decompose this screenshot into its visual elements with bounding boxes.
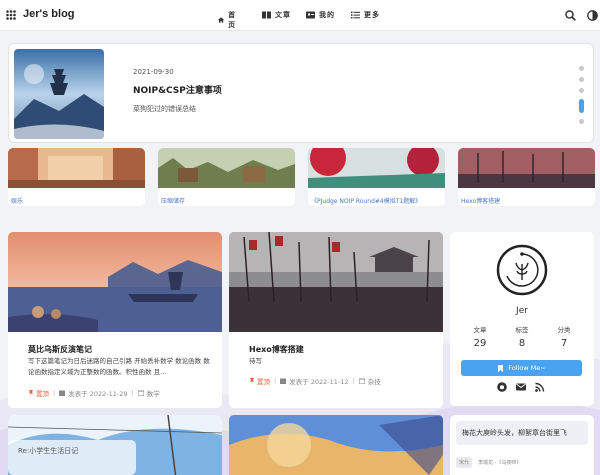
featured-post-carousel[interactable]: 2021-09-30 NOIP&CSP注意事项 菜狗犯过的错误总结 (8, 43, 594, 143)
quote-dynasty-badge: 宋代 (456, 457, 473, 468)
id-card-icon (306, 11, 315, 19)
post-category[interactable]: 数学 (147, 388, 160, 398)
post-category[interactable]: 杂技 (368, 376, 381, 386)
pin-icon (250, 378, 254, 384)
nav-articles-link[interactable]: 文章 (262, 10, 291, 20)
post-date: 发表于 2022-11-12 (289, 378, 349, 386)
post-cover-image[interactable] (229, 232, 443, 332)
author-profile-card: Jer 文章 29 标签 8 分类 7 Follow Me~ (450, 232, 594, 406)
stat-value: 29 (473, 338, 487, 349)
featured-post-description: 菜狗犯过的错误总结 (133, 105, 196, 113)
featured-post-date: 2021-09-30 (133, 68, 174, 76)
featured-post-image[interactable] (14, 49, 104, 139)
post-meta: 置顶 | 发表于 2022-11-29 | 数学 (28, 388, 160, 398)
quote-source: 宋代 李端龙 -《乌夜啼》 (456, 457, 521, 468)
nav-home-link[interactable]: 首页 (218, 10, 239, 30)
follow-me-label: Follow Me~ (508, 364, 546, 372)
nav-more-link[interactable]: 更多 (351, 10, 380, 20)
category-card-entertainment[interactable]: 娱乐 (8, 148, 145, 206)
pinned-tag: 置顶 (257, 378, 270, 386)
category-card-compressed-storage[interactable]: 压缩储存 (158, 148, 295, 206)
category-label: 娱乐 (11, 198, 24, 205)
carousel-dot-active[interactable] (579, 99, 584, 113)
carousel-dot[interactable] (579, 88, 584, 93)
category-card-hexo[interactable]: Hexo博客搭建 (458, 148, 595, 206)
stat-value: 7 (560, 338, 568, 349)
follow-me-button[interactable]: Follow Me~ (461, 360, 582, 376)
search-icon[interactable] (565, 10, 576, 21)
stat-label: 文章 (473, 326, 487, 334)
category-card-pjudge[interactable]: 《PJudge NOIP Round#4模拟T1题解》 (308, 148, 445, 206)
post-title[interactable]: Hexo博客搭建 (249, 344, 304, 355)
nav-mine-label: 我的 (319, 11, 335, 19)
category-image (8, 148, 145, 188)
folder-icon (358, 378, 365, 384)
post-excerpt: 写下这篇笔记为日后迷路的自己引路 开始丢补数学 数论函数 数论函数指定义域为正整… (28, 357, 210, 376)
post-title[interactable]: 莫比乌斯反演笔记 (28, 344, 92, 355)
post-meta: 置顶 | 发表于 2022-11-12 | 杂技 (249, 376, 381, 386)
stat-label: 分类 (557, 326, 571, 334)
github-icon[interactable] (497, 382, 507, 392)
post-card-hexo[interactable]: Hexo博客搭建 待写 置顶 | 发表于 2022-11-12 | 杂技 (229, 232, 443, 408)
nav-mine-link[interactable]: 我的 (306, 10, 335, 20)
carousel-dot[interactable] (579, 77, 584, 82)
author-stats: 文章 29 标签 8 分类 7 (460, 324, 584, 349)
stat-articles[interactable]: 文章 29 (460, 324, 500, 349)
list-icon (351, 11, 360, 19)
quote-text: 梅花大庾岭头发，柳絮章台街里飞 (456, 421, 588, 445)
category-label: 《PJudge NOIP Round#4模拟T1题解》 (311, 198, 422, 205)
top-navbar: Jer's blog 首页 文章 我的 更多 (0, 0, 600, 31)
stat-categories[interactable]: 分类 7 (544, 324, 584, 349)
post-excerpt: 待写 (249, 357, 262, 365)
calendar-icon (59, 390, 66, 396)
nav-articles-label: 文章 (275, 11, 291, 19)
post-date: 发表于 2022-11-29 (68, 390, 128, 398)
nav-more-label: 更多 (364, 11, 380, 19)
pin-icon (29, 390, 33, 396)
quote-author: 李端龙 -《乌夜啼》 (478, 460, 522, 466)
floating-tab-text: Re:小学生生活日记 (18, 447, 79, 455)
category-image (158, 148, 295, 188)
book-icon (262, 11, 271, 19)
calendar-icon (280, 378, 287, 384)
category-image (308, 148, 445, 188)
folder-icon (137, 390, 144, 396)
post-cover-image[interactable] (229, 415, 443, 475)
floating-post-tab[interactable]: Re:小学生生活日记 (8, 440, 136, 475)
stat-label: 标签 (515, 326, 529, 334)
quote-card: 梅花大庾岭头发，柳絮章台街里飞 宋代 李端龙 -《乌夜啼》 (450, 415, 594, 475)
bookmark-icon (498, 364, 504, 372)
rss-icon[interactable] (535, 382, 545, 392)
carousel-pager (579, 66, 585, 130)
carousel-dot[interactable] (579, 119, 584, 124)
carousel-dot[interactable] (579, 66, 584, 71)
social-links (497, 382, 545, 392)
post-cover-image[interactable] (8, 232, 222, 332)
stat-tags[interactable]: 标签 8 (502, 324, 542, 349)
theme-toggle-icon[interactable] (587, 10, 598, 21)
post-card-bottom-middle[interactable] (229, 415, 443, 475)
author-name: Jer (516, 306, 528, 316)
blog-title-link[interactable]: Jer's blog (23, 8, 75, 20)
stat-value: 8 (518, 338, 526, 349)
pinned-tag: 置顶 (36, 390, 49, 398)
category-image (458, 148, 595, 188)
nav-home-label: 首页 (228, 11, 237, 29)
grid-menu-icon[interactable] (6, 10, 16, 20)
category-label: 压缩储存 (161, 198, 186, 205)
category-label: Hexo博客搭建 (461, 198, 501, 205)
email-icon[interactable] (516, 382, 526, 392)
home-icon (218, 17, 225, 23)
featured-post-title[interactable]: NOIP&CSP注意事项 (133, 83, 222, 96)
author-avatar-logo[interactable] (496, 244, 548, 296)
post-card-mobius[interactable]: 莫比乌斯反演笔记 写下这篇笔记为日后迷路的自己引路 开始丢补数学 数论函数 数论… (8, 232, 222, 408)
